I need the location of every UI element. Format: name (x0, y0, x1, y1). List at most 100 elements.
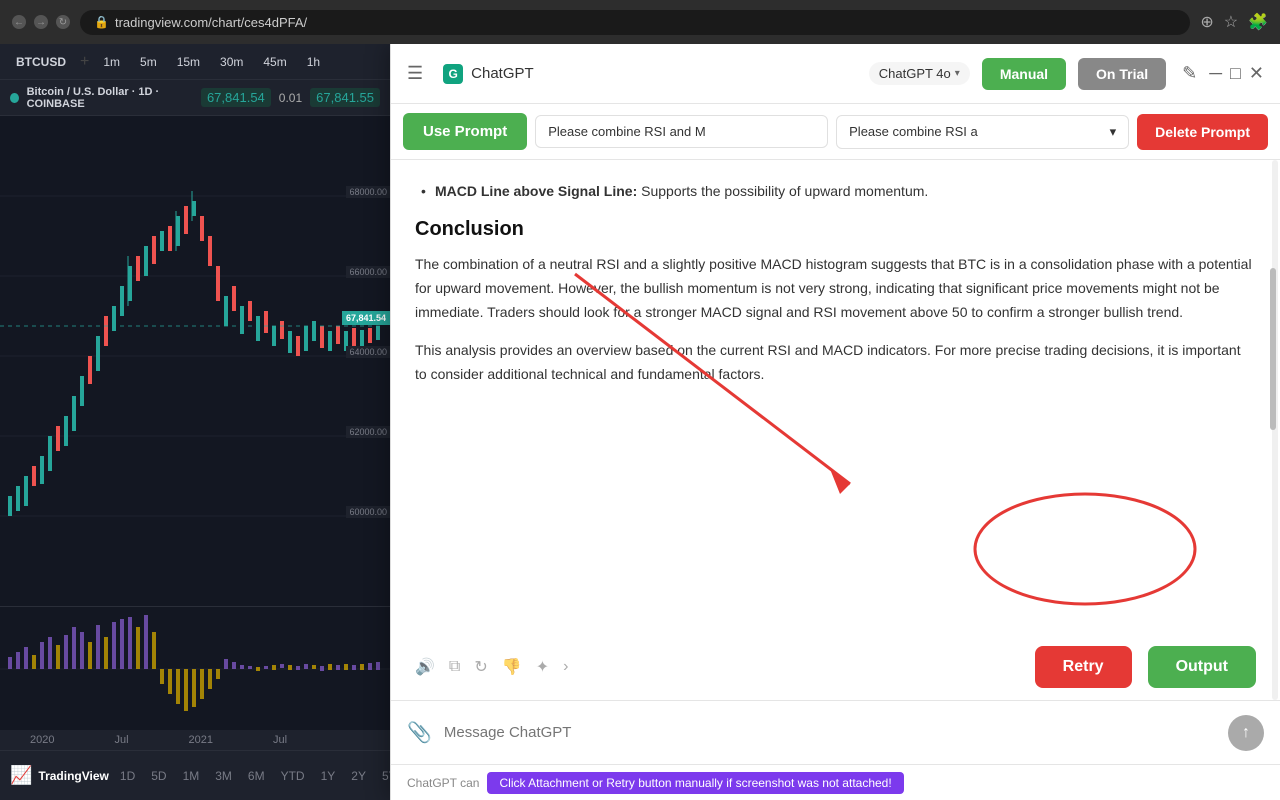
status-bar: ChatGPT can Click Attachment or Retry bu… (391, 764, 1280, 800)
chatgpt-panel: ☰ G ChatGPT ChatGPT 4o ▾ Manual On Trial… (390, 44, 1280, 800)
symbol-bar: Bitcoin / U.S. Dollar · 1D · COINBASE 67… (0, 80, 390, 116)
chat-content: MACD Line above Signal Line: Supports th… (391, 160, 1280, 638)
bullet-rest: Supports the possibility of upward momen… (641, 183, 928, 199)
price-chart-svg (0, 116, 390, 606)
conclusion-para2: This analysis provides an overview based… (415, 339, 1256, 387)
price-label-4: 62000.00 (346, 426, 390, 438)
timeframe-1h[interactable]: 1h (301, 52, 326, 72)
refresh-icon[interactable]: ↻ (474, 657, 487, 677)
timeframe-30m[interactable]: 30m (214, 52, 249, 72)
tradingview-logo: 📈 TradingView (10, 765, 109, 786)
browser-bar: ← → ↻ 🔒 tradingview.com/chart/ces4dPFA/ … (0, 0, 1280, 44)
date-2021: 2021 (189, 734, 213, 746)
close-icon[interactable]: ✕ (1249, 63, 1264, 84)
message-input[interactable] (444, 724, 1216, 741)
btcusd-symbol[interactable]: BTCUSD (10, 52, 72, 72)
chevron-down-icon: ▾ (955, 68, 960, 79)
thumbs-down-icon[interactable]: 👎 (502, 657, 522, 677)
bullet-macd: MACD Line above Signal Line: Supports th… (415, 180, 1256, 202)
date-2020: 2020 (30, 734, 54, 746)
use-prompt-button[interactable]: Use Prompt (403, 113, 527, 150)
conclusion-para1: The combination of a neutral RSI and a s… (415, 253, 1256, 324)
forward-button[interactable]: → (34, 15, 48, 29)
tradingview-text: TradingView (38, 769, 108, 783)
scroll-track[interactable] (1272, 160, 1278, 700)
attach-icon[interactable]: 📎 (407, 720, 432, 745)
price-label-2: 66000.00 (346, 266, 390, 278)
minimize-icon[interactable]: ─ (1209, 63, 1222, 84)
tf-5y[interactable]: 5Y (377, 766, 390, 786)
panel-title-area: G ChatGPT (443, 64, 857, 84)
prompt-dropdown-text: Please combine RSI a (849, 124, 978, 139)
panel-title: ChatGPT (471, 65, 534, 82)
prompt-input[interactable] (535, 115, 828, 148)
retry-button[interactable]: Retry (1035, 646, 1132, 688)
chart-toolbar: BTCUSD + 1m 5m 15m 30m 45m 1h (0, 44, 390, 80)
url-text: tradingview.com/chart/ces4dPFA/ (115, 15, 307, 30)
date-jul2: Jul (273, 734, 287, 746)
chart-dates: 2020 Jul 2021 Jul (0, 730, 390, 750)
message-input-area: 📎 ↑ (391, 700, 1280, 764)
tf-2y[interactable]: 2Y (346, 766, 371, 786)
price-label-5: 60000.00 (346, 506, 390, 518)
model-name: ChatGPT 4o (879, 66, 951, 81)
model-selector[interactable]: ChatGPT 4o ▾ (869, 62, 970, 85)
status-text: ChatGPT can (407, 776, 479, 790)
maximize-icon[interactable]: □ (1230, 63, 1241, 84)
current-price-tag: 67,841.54 (342, 311, 390, 325)
tf-6m[interactable]: 6M (243, 766, 270, 786)
star-icon[interactable]: ☆ (1224, 12, 1238, 32)
copy-icon[interactable]: ⧉ (449, 658, 460, 676)
timeframe-1m[interactable]: 1m (97, 52, 126, 72)
symbol-dot (10, 93, 19, 103)
price-label-1: 68000.00 (346, 186, 390, 198)
share-icon[interactable]: ✦ (536, 657, 549, 677)
tf-5d[interactable]: 5D (146, 766, 171, 786)
refresh-button[interactable]: ↻ (56, 15, 70, 29)
chart-canvas: 68000.00 66000.00 64000.00 62000.00 6000… (0, 116, 390, 606)
back-button[interactable]: ← (12, 15, 26, 29)
symbol-price-alt: 67,841.55 (310, 88, 380, 107)
tf-1y[interactable]: 1Y (316, 766, 341, 786)
timeframe-15m[interactable]: 15m (171, 52, 206, 72)
symbol-price: 67,841.54 (201, 88, 271, 107)
volume-icon[interactable]: 🔊 (415, 657, 435, 677)
timeframe-5m[interactable]: 5m (134, 52, 163, 72)
bullet-label: MACD Line above Signal Line: (435, 183, 637, 199)
prompt-bar: Use Prompt Please combine RSI a ▾ Delete… (391, 104, 1280, 160)
prompt-dropdown[interactable]: Please combine RSI a ▾ (836, 115, 1129, 149)
edit-icon[interactable]: ✎ (1182, 63, 1197, 84)
delete-prompt-button[interactable]: Delete Prompt (1137, 114, 1268, 150)
manual-button[interactable]: Manual (982, 58, 1066, 90)
more-icon[interactable]: › (563, 658, 568, 676)
browser-icons: ⊕ ☆ 🧩 (1200, 12, 1268, 32)
tf-1m[interactable]: 1M (178, 766, 205, 786)
tf-3m[interactable]: 3M (210, 766, 237, 786)
indicator-svg (0, 607, 390, 731)
extension-icon[interactable]: ⊕ (1200, 12, 1213, 32)
window-controls: ─ □ ✕ (1209, 63, 1264, 84)
chart-area: BTCUSD + 1m 5m 15m 30m 45m 1h Bitcoin / … (0, 0, 390, 800)
timeframe-45m[interactable]: 45m (257, 52, 292, 72)
send-button[interactable]: ↑ (1228, 715, 1264, 751)
chat-scroll-area: MACD Line above Signal Line: Supports th… (391, 160, 1280, 700)
browser-controls: ← → ↻ (12, 15, 70, 29)
indicator-area (0, 606, 390, 730)
price-label-3: 64000.00 (346, 346, 390, 358)
icon-bar: 🔊 ⧉ ↻ 👎 ✦ › (415, 657, 1019, 677)
tf-ytd[interactable]: YTD (276, 766, 310, 786)
chatgpt-logo: G (443, 64, 463, 84)
address-bar[interactable]: 🔒 tradingview.com/chart/ces4dPFA/ (80, 10, 1190, 35)
menu-icon[interactable]: ☰ (407, 63, 423, 84)
puzzle-icon[interactable]: 🧩 (1248, 12, 1268, 32)
output-button[interactable]: Output (1148, 646, 1256, 688)
action-bar: 🔊 ⧉ ↻ 👎 ✦ › Retry Output (391, 638, 1280, 700)
scroll-thumb[interactable] (1270, 268, 1276, 430)
dropdown-chevron-icon: ▾ (1110, 124, 1117, 140)
symbol-change: 0.01 (279, 91, 302, 105)
tf-1d[interactable]: 1D (115, 766, 140, 786)
date-jul1: Jul (114, 734, 128, 746)
trial-button[interactable]: On Trial (1078, 58, 1166, 90)
symbol-name: Bitcoin / U.S. Dollar · 1D · COINBASE (27, 86, 193, 110)
panel-header: ☰ G ChatGPT ChatGPT 4o ▾ Manual On Trial… (391, 44, 1280, 104)
